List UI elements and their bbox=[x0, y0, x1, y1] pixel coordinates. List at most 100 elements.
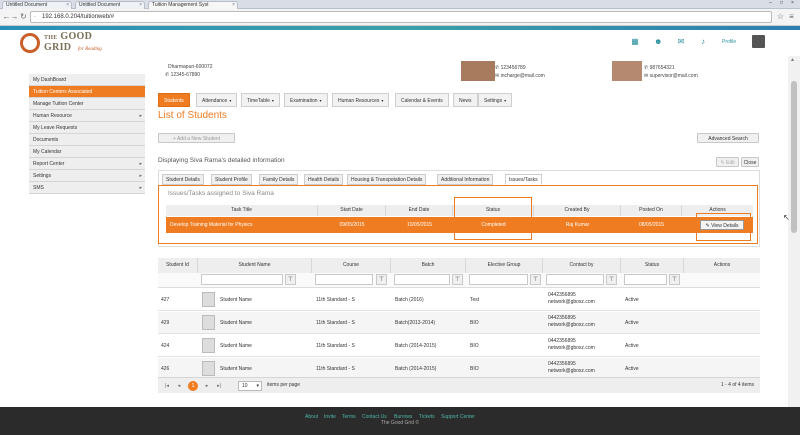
window-close-icon[interactable]: × bbox=[788, 0, 797, 6]
filter-icon[interactable]: ⊤ bbox=[285, 274, 296, 285]
first-page-icon[interactable]: |◂ bbox=[162, 381, 172, 391]
close-tab-icon[interactable]: × bbox=[66, 2, 69, 9]
sidebar-item[interactable]: Tuition Centers Associated bbox=[29, 86, 145, 98]
close-button[interactable]: Close bbox=[741, 157, 759, 167]
student-email[interactable]: network@gboxz.com bbox=[548, 322, 595, 329]
student-id: 429 bbox=[161, 320, 170, 326]
issues-col-posted[interactable]: Posted On bbox=[621, 205, 682, 216]
minimize-icon[interactable]: – bbox=[766, 0, 775, 6]
filter-icon[interactable]: ⊤ bbox=[452, 274, 463, 285]
sidebar-item-label: My Calendar bbox=[33, 149, 62, 155]
filter-icon[interactable]: ⊤ bbox=[376, 274, 387, 285]
filter-icon[interactable]: ⊤ bbox=[530, 274, 541, 285]
grid-icon[interactable]: ▦ bbox=[631, 38, 639, 46]
sidebar-item[interactable]: Settings ▸ bbox=[29, 170, 145, 182]
sidebar-item-label: Report Center bbox=[33, 161, 65, 167]
filter-status-input[interactable] bbox=[624, 274, 667, 285]
sidebar-item[interactable]: My Leave Requests bbox=[29, 122, 145, 134]
scroll-up-icon[interactable]: ▲ bbox=[790, 57, 795, 63]
browser-tab-3[interactable]: Tuition Management Syst × bbox=[148, 1, 238, 9]
menu-tab[interactable]: TimeTable ▾ bbox=[241, 93, 280, 107]
col-course[interactable]: Course bbox=[312, 258, 391, 273]
student-email[interactable]: network@gboxz.com bbox=[548, 345, 595, 352]
address-bar[interactable]: ▫ 192.168.0.204/tuitionweb/# bbox=[30, 11, 772, 23]
student-email[interactable]: network@gboxz.com bbox=[548, 299, 595, 306]
student-email[interactable]: network@gboxz.com bbox=[548, 368, 595, 375]
sidebar-item-label: Manage Tuition Center bbox=[33, 101, 84, 107]
advanced-search-button[interactable]: Advanced Search bbox=[697, 133, 759, 143]
browser-tab-2[interactable]: Untitled Document × bbox=[75, 1, 145, 9]
detail-tab[interactable]: Student Details bbox=[162, 174, 204, 185]
sidebar-item[interactable]: Human Resource ▸ bbox=[29, 110, 145, 122]
items-per-page-label: items per page bbox=[267, 382, 301, 388]
menu-tab[interactable]: Attendance ▾ bbox=[196, 93, 238, 107]
issues-col-start[interactable]: Start Date bbox=[318, 205, 386, 216]
col-elective[interactable]: Elective Group bbox=[466, 258, 543, 273]
filter-icon[interactable]: ⊤ bbox=[606, 274, 617, 285]
close-tab-icon[interactable]: × bbox=[139, 2, 142, 9]
browser-tab-1[interactable]: Untitled Document × bbox=[2, 1, 72, 9]
issues-col-task[interactable]: Task Title bbox=[166, 205, 318, 216]
profile-link[interactable]: Profile bbox=[722, 39, 736, 45]
col-status[interactable]: Status bbox=[621, 258, 684, 273]
filter-course-input[interactable] bbox=[315, 274, 373, 285]
detail-tab[interactable]: Issues/Tasks bbox=[505, 174, 542, 185]
forward-icon[interactable]: → bbox=[10, 12, 19, 22]
mail-icon[interactable]: ✉ bbox=[677, 38, 685, 46]
sidebar-item[interactable]: Documents bbox=[29, 134, 145, 146]
issues-col-createdby[interactable]: Created By bbox=[534, 205, 621, 216]
menu-tab[interactable]: Examination ▾ bbox=[284, 93, 328, 107]
page-scrollbar[interactable]: ▲ bbox=[788, 56, 800, 407]
filter-batch-input[interactable] bbox=[394, 274, 450, 285]
browser-toolbar: ← → ↻ ▫ 192.168.0.204/tuitionweb/# ☆ ≡ bbox=[0, 9, 800, 26]
add-student-button[interactable]: + Add a New Student bbox=[158, 133, 235, 143]
sidebar-item[interactable]: SMS ▸ bbox=[29, 182, 145, 194]
filter-elective-input[interactable] bbox=[469, 274, 528, 285]
users-icon[interactable]: ☻ bbox=[654, 38, 662, 46]
supervisor-photo bbox=[612, 61, 642, 81]
table-row[interactable]: 427 Student Name 11th Standard - S Batch (2… bbox=[158, 289, 760, 311]
col-contact[interactable]: Contact by bbox=[543, 258, 621, 273]
last-page-icon[interactable]: ▸| bbox=[214, 381, 224, 391]
star-icon[interactable]: ☆ bbox=[776, 12, 785, 22]
sidebar-item[interactable]: Report Center ▸ bbox=[29, 158, 145, 170]
edit-button[interactable]: ✎ Edit bbox=[716, 157, 739, 167]
menu-tab[interactable]: News bbox=[453, 93, 478, 107]
filter-icon[interactable]: ⊤ bbox=[669, 274, 680, 285]
detail-tab[interactable]: Health Details bbox=[304, 174, 344, 185]
col-student-id[interactable]: Student Id bbox=[158, 258, 198, 273]
next-page-icon[interactable]: ▸ bbox=[202, 381, 212, 391]
reload-icon[interactable]: ↻ bbox=[19, 12, 28, 22]
supervisor-email[interactable]: ✉ supervisor@mail.com bbox=[644, 73, 698, 79]
bell-icon[interactable]: ♪ bbox=[699, 38, 707, 46]
col-batch[interactable]: Batch bbox=[391, 258, 466, 273]
maximize-icon[interactable]: □ bbox=[777, 0, 786, 6]
detail-tab[interactable]: Additional Information bbox=[437, 174, 494, 185]
menu-tab[interactable]: Calendar & Events bbox=[395, 93, 449, 107]
scrollbar-thumb[interactable] bbox=[791, 81, 797, 233]
table-row[interactable]: 429 Student Name 11th Standard - S Batch(20… bbox=[158, 312, 760, 334]
close-tab-icon[interactable]: × bbox=[232, 2, 235, 9]
sidebar-item[interactable]: My DashBoard bbox=[29, 74, 145, 86]
detail-tab[interactable]: Housing & Transpotation Details bbox=[347, 174, 427, 185]
detail-tab[interactable]: Student Profile bbox=[211, 174, 252, 185]
sidebar-item[interactable]: My Calendar bbox=[29, 146, 145, 158]
table-row[interactable]: 424 Student Name 11th Standard - S Batch (2… bbox=[158, 335, 760, 357]
detail-tab[interactable]: Family Details bbox=[259, 174, 299, 185]
filter-contact-input[interactable] bbox=[546, 274, 604, 285]
menu-icon[interactable]: ≡ bbox=[787, 12, 796, 22]
sidebar-item[interactable]: Manage Tuition Center bbox=[29, 98, 145, 110]
filter-name-input[interactable] bbox=[201, 274, 283, 285]
prev-page-icon[interactable]: ◂ bbox=[174, 381, 184, 391]
avatar[interactable] bbox=[752, 35, 765, 48]
current-page[interactable]: 1 bbox=[188, 381, 198, 391]
incharge-email[interactable]: ✉ incharge@mail.com bbox=[495, 73, 545, 79]
menu-tab[interactable]: Human Resources ▾ bbox=[332, 93, 390, 107]
col-student-name[interactable]: Student Name bbox=[198, 258, 312, 273]
menu-tab[interactable]: Students bbox=[158, 93, 190, 107]
issues-col-end[interactable]: End Date bbox=[386, 205, 453, 216]
student-phone: 0442356895 bbox=[548, 361, 576, 367]
chevron-down-icon: ▾ bbox=[271, 98, 274, 103]
menu-tab[interactable]: Settings ▾ bbox=[478, 93, 513, 107]
page-size-select[interactable]: 10 ▾ bbox=[238, 381, 262, 391]
